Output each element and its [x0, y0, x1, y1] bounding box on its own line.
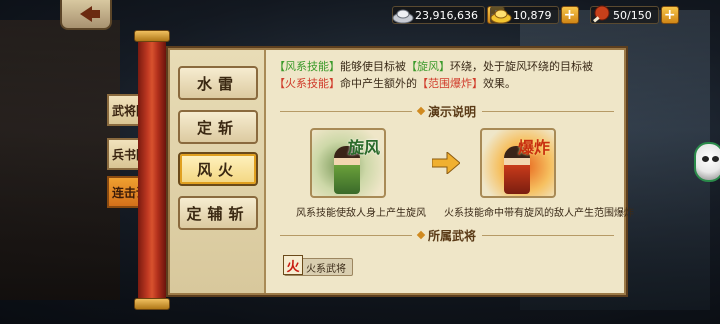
silver-ingot-icon: [392, 9, 414, 24]
desc-text-2: 环绕，处于旋风环绕的目标被: [450, 60, 593, 73]
whirlwind-tag: 【旋风】: [406, 60, 450, 73]
divider: [280, 110, 412, 112]
explosion-effect-label: 爆炸: [517, 138, 550, 157]
demo-section-title: 演示说明: [416, 103, 477, 120]
desc-text-3: 命中产生额外的: [340, 77, 417, 90]
demo-section-header: 演示说明: [274, 102, 620, 120]
combo-tab-fix-slash[interactable]: 定斩: [178, 110, 258, 144]
combo-tab-fix-support-slash[interactable]: 定辅斩: [178, 196, 258, 230]
panda-eye: [702, 156, 709, 162]
scroll-rod-cap-bottom: [134, 298, 170, 310]
desc-text-1: 能够使目标被: [340, 60, 406, 73]
combo-guide-panel: 水雷 定斩 风火 定辅斩 【风系技能】能够使目标被【旋风】环绕，处于旋风环绕的目…: [168, 48, 634, 295]
panda-mascot-icon[interactable]: [694, 142, 720, 182]
combo-tab-wind-fire[interactable]: 风火: [178, 152, 258, 186]
desc-text-4: 效果。: [483, 77, 516, 90]
fire-general-label: 火系武将: [306, 263, 346, 275]
back-button[interactable]: [60, 0, 112, 30]
fire-demo-image: 爆炸: [480, 128, 556, 198]
divider: [482, 110, 615, 112]
combo-tab-water-thunder[interactable]: 水雷: [178, 66, 258, 100]
fire-element-icon: 火: [283, 255, 303, 275]
generals-section-title: 所属武将: [416, 227, 477, 244]
divider: [280, 234, 412, 236]
wind-demo-image: 旋风: [310, 128, 386, 198]
scroll-rod-cap-top: [134, 30, 170, 42]
add-stamina-button[interactable]: +: [660, 6, 679, 24]
arrow-right-icon: [432, 152, 460, 174]
demo-title-text: 演示说明: [428, 104, 477, 119]
scroll-rod: [138, 34, 166, 308]
wind-demo-caption: 风系技能使敌人身上产生旋风: [296, 208, 426, 219]
panda-eye: [712, 156, 719, 162]
add-gold-button[interactable]: +: [560, 6, 579, 24]
combo-list: 水雷 定斩 风火 定辅斩: [170, 50, 266, 293]
wind-skill-tag: 【风系技能】: [274, 60, 340, 73]
fire-skill-tag: 【火系技能】: [274, 77, 340, 90]
silver-resource: 23,916,636 +: [392, 4, 505, 26]
area-explosion-tag: 【范围爆炸】: [417, 77, 483, 90]
generals-title-text: 所属武将: [428, 228, 477, 243]
gold-ingot-icon: [490, 9, 512, 24]
back-arrow-icon: [80, 6, 100, 22]
meat-drumstick-icon: [593, 5, 610, 23]
stamina-resource: 50/150 +: [590, 4, 679, 26]
whirlwind-effect-label: 旋风: [347, 138, 380, 157]
fire-general-badge[interactable]: 火 火系武将: [283, 255, 353, 276]
generals-section-header: 所属武将: [274, 226, 620, 244]
divider: [482, 234, 615, 236]
diamond-icon: [416, 106, 426, 116]
gold-resource: 10,879 +: [490, 4, 579, 26]
diamond-icon: [416, 230, 426, 240]
fire-demo-caption: 火系技能命中带有旋风的敌人产生范围爆炸: [444, 208, 634, 219]
combo-content: 【风系技能】能够使目标被【旋风】环绕，处于旋风环绕的目标被 【火系技能】命中产生…: [274, 58, 634, 276]
combo-description: 【风系技能】能够使目标被【旋风】环绕，处于旋风环绕的目标被 【火系技能】命中产生…: [274, 58, 620, 92]
